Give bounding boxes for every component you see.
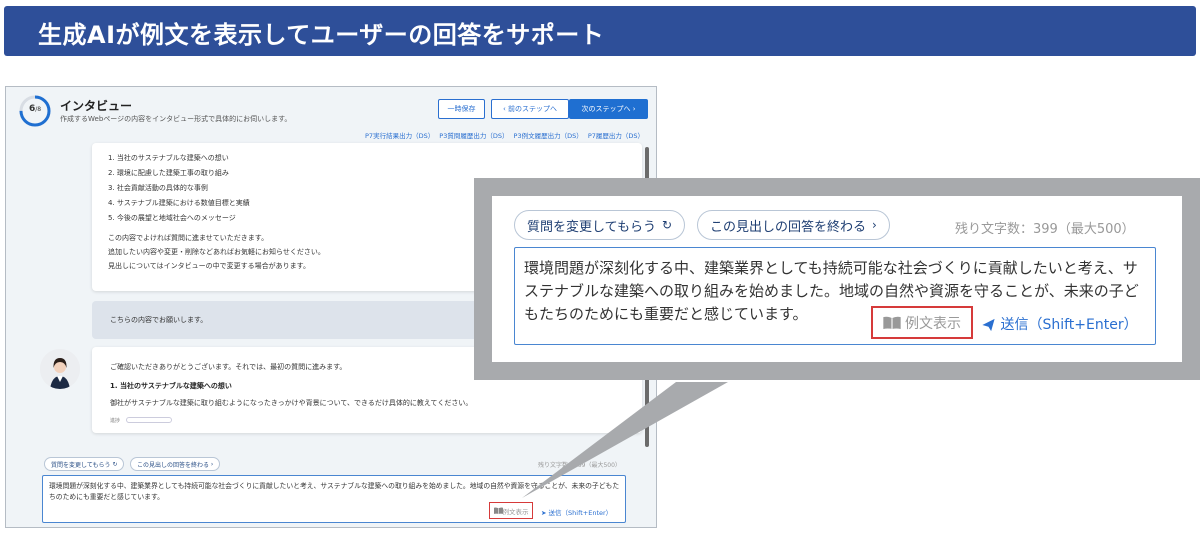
zoom-remaining-chars: 残り文字数：399（最大500）: [955, 222, 1135, 237]
send-icon: [982, 318, 995, 332]
book-icon: [883, 316, 901, 329]
zoom-example-label: 例文表示: [905, 315, 961, 332]
refresh-icon: ↻: [661, 218, 673, 232]
zoom-send-label: 送信（Shift+Enter）: [1000, 317, 1138, 333]
zoom-send-button[interactable]: 送信（Shift+Enter）: [981, 314, 1138, 334]
zoom-end-heading-button[interactable]: この見出しの回答を終わる ›: [697, 210, 890, 240]
chevron-right-icon: ›: [872, 218, 877, 232]
zoom-panel: 質問を変更してもらう ↻ この見出しの回答を終わる › 残り文字数：399（最大…: [492, 196, 1182, 362]
zoom-change-question-button[interactable]: 質問を変更してもらう ↻: [514, 210, 686, 240]
zoom-callout: 質問を変更してもらう ↻ この見出しの回答を終わる › 残り文字数：399（最大…: [474, 178, 1200, 380]
zoom-change-question-label: 質問を変更してもらう: [527, 219, 656, 235]
zoom-end-heading-label: この見出しの回答を終わる: [710, 219, 867, 235]
zoom-answer-input[interactable]: 環境問題が深刻化する中、建築業界としても持続可能な社会づくりに貢献したいと考え、…: [514, 247, 1156, 345]
zoom-example-button[interactable]: 例文表示: [871, 306, 973, 339]
